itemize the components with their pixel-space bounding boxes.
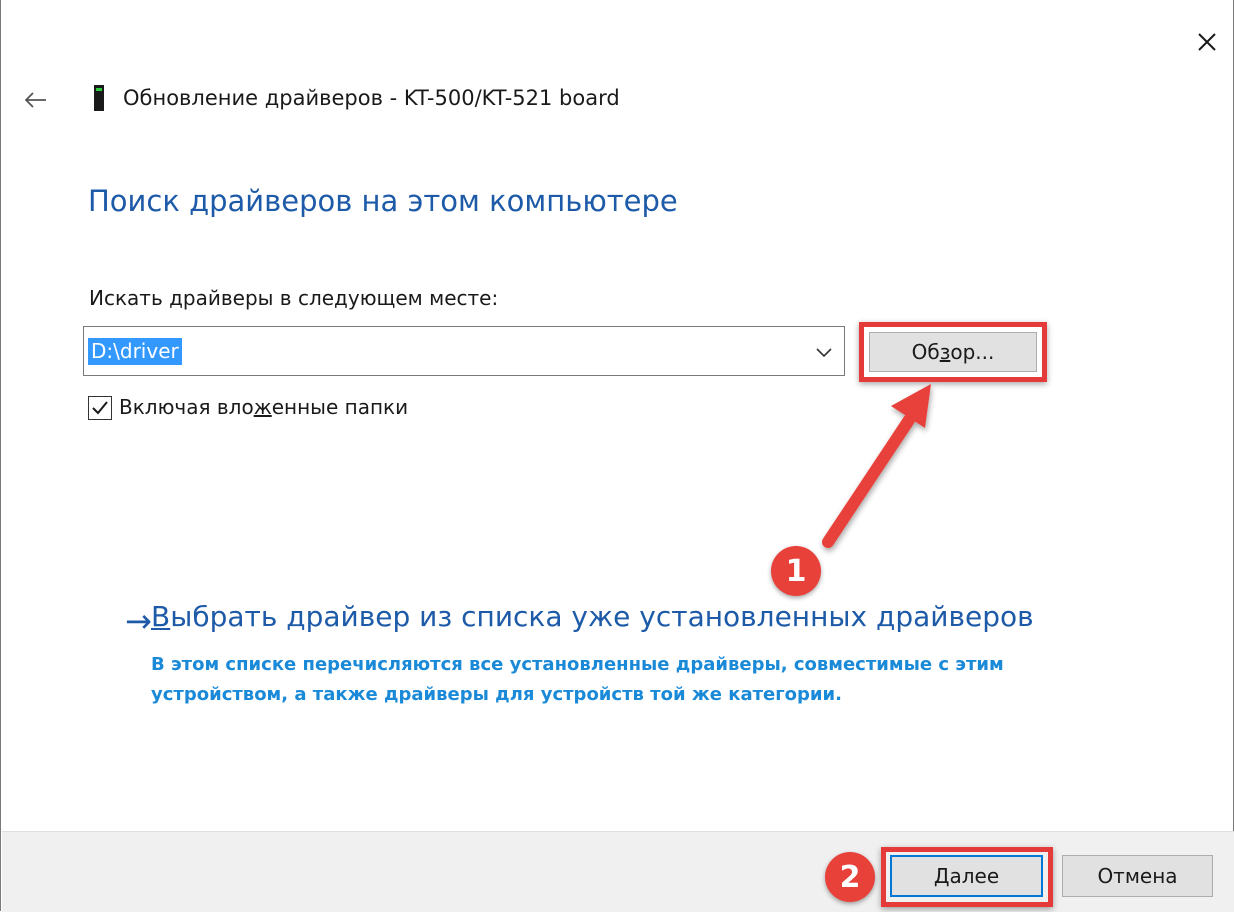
close-button[interactable]	[1184, 20, 1230, 64]
cancel-button[interactable]: Отмена	[1062, 855, 1213, 897]
checkmark-icon	[92, 401, 108, 415]
include-subfolders-checkbox[interactable]	[88, 396, 112, 420]
page-title: Поиск драйверов на этом компьютере	[88, 184, 678, 218]
include-subfolders-label[interactable]: Включая вложенные папки	[119, 395, 408, 419]
subfolders-label-part: Включая вло	[119, 395, 254, 419]
driver-update-window: Обновление драйверов - KT-500/KT-521 boa…	[0, 0, 1234, 912]
step-badge-1: 1	[771, 546, 821, 596]
back-arrow-icon	[25, 92, 46, 108]
device-icon	[89, 84, 109, 112]
subfolders-accel-key: ж	[253, 395, 272, 419]
link-accel-key: В	[151, 600, 171, 633]
link-description: В этом списке перечисляются все установл…	[151, 654, 1004, 705]
chevron-down-icon[interactable]	[814, 342, 834, 362]
back-button[interactable]	[19, 82, 53, 118]
annotation-arrow	[822, 384, 931, 548]
arrow-right-icon[interactable]: →	[125, 602, 152, 640]
link-label-rest: ыбрать драйвер из списка уже установленн…	[170, 600, 1034, 633]
path-input-value[interactable]: D:\driver	[88, 338, 182, 365]
subfolders-label-rest: енные папки	[271, 395, 409, 419]
path-combobox[interactable]: D:\driver	[83, 326, 845, 376]
pick-from-list-link[interactable]: Выбрать драйвер из списка уже установлен…	[151, 600, 1034, 633]
window-title: Обновление драйверов - KT-500/KT-521 boa…	[123, 86, 620, 110]
search-location-label: Искать драйверы в следующем месте:	[89, 286, 499, 310]
browse-highlight-frame	[859, 322, 1047, 382]
close-icon	[1198, 33, 1216, 51]
step-badge-2: 2	[825, 852, 875, 902]
next-highlight-frame	[881, 847, 1053, 907]
